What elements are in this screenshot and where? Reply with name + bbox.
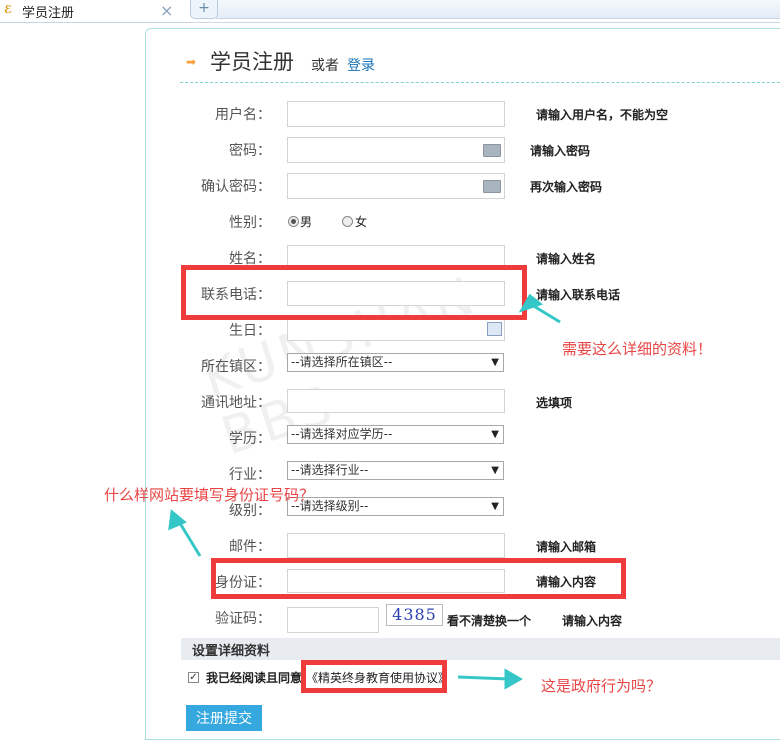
annotation-arrow-2 [176, 519, 202, 557]
annotation-note-detail: 需要这么详细的资料！ [562, 340, 713, 358]
annotation-arrows [168, 293, 561, 690]
annotation-note-gov: 这是政府行为吗？ [541, 677, 662, 695]
annotation-note-idcard: 什么样网站要填写身份证号码？ [104, 486, 315, 504]
annotation-arrow-3 [457, 675, 511, 681]
annotation-arrowhead-3 [504, 668, 524, 690]
